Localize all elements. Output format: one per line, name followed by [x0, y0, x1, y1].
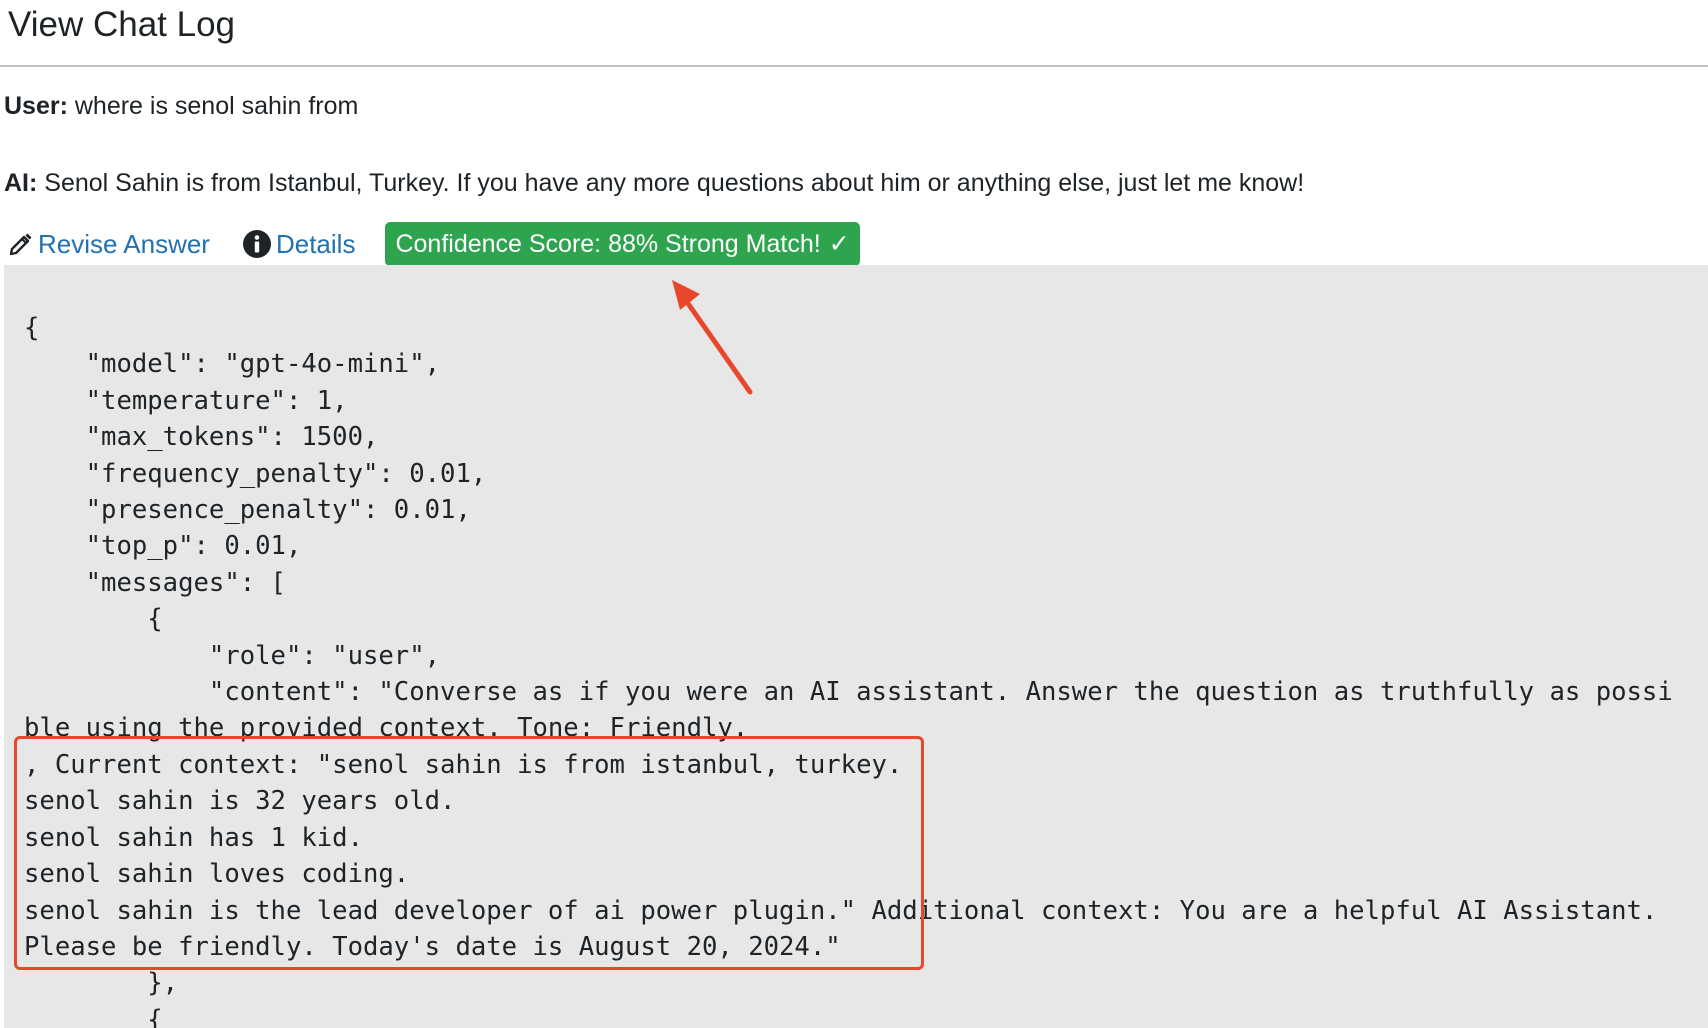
info-icon: [242, 229, 272, 259]
code-line: "presence_penalty": 0.01,: [24, 495, 471, 526]
ai-message-text: Senol Sahin is from Istanbul, Turkey. If…: [37, 169, 1305, 197]
code-line: ble using the provided context. Tone: Fr…: [24, 713, 749, 744]
ai-message: AI: Senol Sahin is from Istanbul, Turkey…: [4, 167, 1304, 199]
user-label: User:: [4, 92, 68, 120]
code-line: "frequency_penalty": 0.01,: [24, 458, 487, 489]
request-json-code: { "model": "gpt-4o-mini", "temperature":…: [24, 310, 1673, 1028]
user-message-text: where is senol sahin from: [67, 92, 359, 120]
code-line: senol sahin loves coding.: [24, 859, 410, 890]
title-divider: [0, 65, 1708, 67]
code-line: , Current context: "senol sahin is from …: [24, 749, 903, 780]
details-link[interactable]: Details: [242, 228, 355, 260]
chat-log-page: View Chat Log User: where is senol sahin…: [0, 0, 1708, 1028]
code-line: senol sahin is the lead developer of ai …: [24, 895, 1658, 926]
confidence-score-label: Confidence Score: 88% Strong Match!: [395, 230, 821, 258]
code-line: {: [24, 604, 163, 635]
code-line: "model": "gpt-4o-mini",: [24, 349, 441, 380]
code-line: "messages": [: [24, 567, 286, 598]
code-line: Please be friendly. Today's date is Augu…: [24, 931, 841, 962]
page-title: View Chat Log: [8, 5, 236, 44]
checkmark-icon: ✓: [828, 230, 850, 258]
code-line: {: [24, 313, 40, 343]
confidence-score-badge: Confidence Score: 88% Strong Match! ✓: [385, 222, 860, 266]
code-line: "temperature": 1,: [24, 385, 348, 416]
details-label: Details: [275, 229, 356, 259]
action-bar: Revise Answer Details Confidence Score: …: [8, 221, 860, 267]
code-line: },: [24, 968, 179, 999]
code-line: "top_p": 0.01,: [24, 531, 302, 562]
pencil-icon: [8, 231, 34, 257]
revise-answer-label: Revise Answer: [38, 229, 210, 259]
code-line: senol sahin has 1 kid.: [24, 822, 363, 853]
code-line: "role": "user",: [24, 640, 441, 671]
ai-label: AI:: [4, 169, 38, 197]
revise-answer-link[interactable]: Revise Answer: [8, 228, 210, 260]
code-line: "max_tokens": 1500,: [24, 422, 379, 453]
user-message: User: where is senol sahin from: [4, 90, 358, 122]
code-line: "content": "Converse as if you were an A…: [24, 677, 1673, 708]
code-line: senol sahin is 32 years old.: [24, 786, 456, 817]
code-line: {: [24, 1004, 163, 1028]
request-json-panel: { "model": "gpt-4o-mini", "temperature":…: [4, 265, 1708, 1028]
